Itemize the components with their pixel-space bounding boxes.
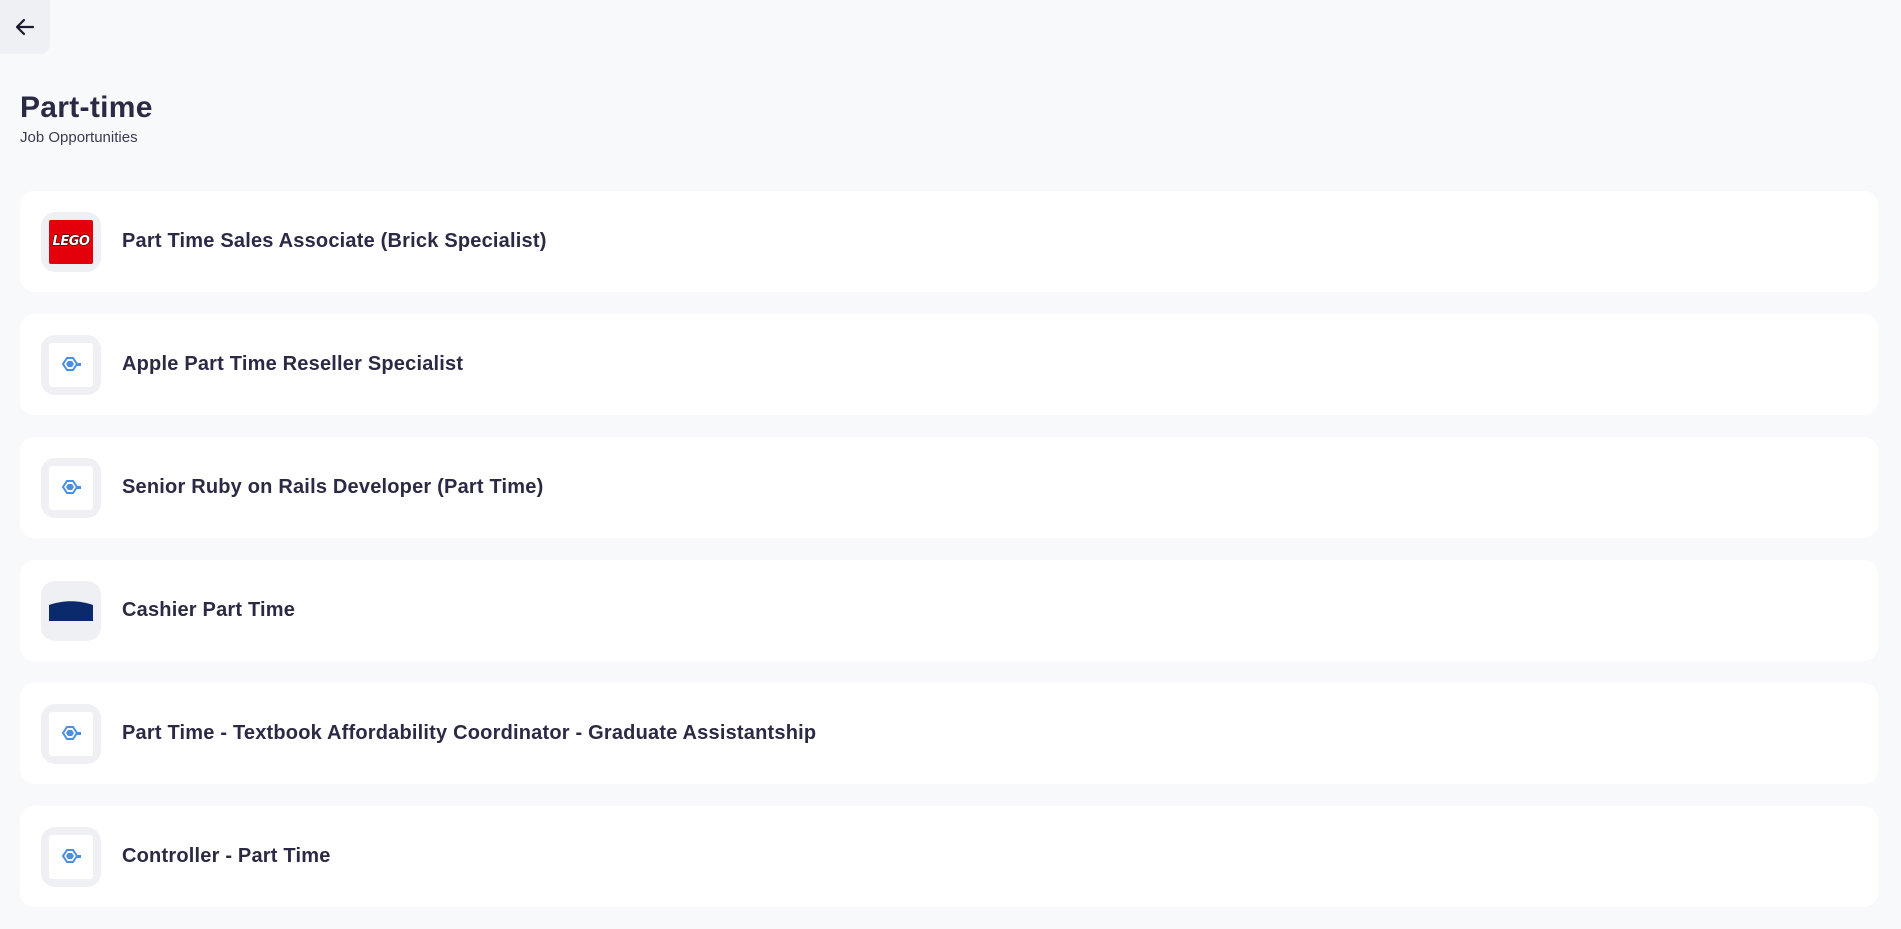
lego-logo-text: LEGO — [52, 234, 90, 250]
job-card[interactable]: Part Time - Textbook Affordability Coord… — [20, 683, 1878, 784]
job-card[interactable]: Senior Ruby on Rails Developer (Part Tim… — [20, 437, 1878, 538]
company-logo — [41, 826, 101, 887]
job-card[interactable]: LEGO Part Time Sales Associate (Brick Sp… — [20, 191, 1878, 292]
arrow-left-icon — [15, 18, 35, 36]
lego-logo: LEGO — [49, 219, 93, 264]
job-title[interactable]: Part Time Sales Associate (Brick Special… — [122, 230, 547, 253]
default-company-icon — [49, 465, 93, 510]
job-title[interactable]: Controller - Part Time — [122, 845, 331, 868]
page-subtitle: Job Opportunities — [20, 129, 138, 146]
job-card[interactable]: Apple Part Time Reseller Specialist — [20, 314, 1878, 415]
job-title[interactable]: Cashier Part Time — [122, 599, 295, 622]
default-company-icon — [49, 711, 93, 756]
job-title[interactable]: Part Time - Textbook Affordability Coord… — [122, 722, 816, 745]
company-logo — [41, 457, 101, 518]
job-title[interactable]: Apple Part Time Reseller Specialist — [122, 353, 463, 376]
default-company-icon — [49, 834, 93, 879]
company-logo — [41, 334, 101, 395]
company-logo: LEGO — [41, 211, 101, 272]
company-logo — [41, 580, 101, 641]
page-title: Part-time — [20, 91, 153, 124]
job-title[interactable]: Senior Ruby on Rails Developer (Part Tim… — [122, 476, 543, 499]
job-card[interactable]: Controller - Part Time — [20, 806, 1878, 907]
page-header: Part-time Job Opportunities — [20, 88, 153, 148]
job-list: LEGO Part Time Sales Associate (Brick Sp… — [20, 191, 1878, 929]
default-company-icon — [49, 342, 93, 387]
navy-company-logo — [49, 589, 93, 633]
company-logo — [41, 703, 101, 764]
job-card[interactable]: Cashier Part Time — [20, 560, 1878, 661]
back-button[interactable] — [0, 0, 50, 54]
